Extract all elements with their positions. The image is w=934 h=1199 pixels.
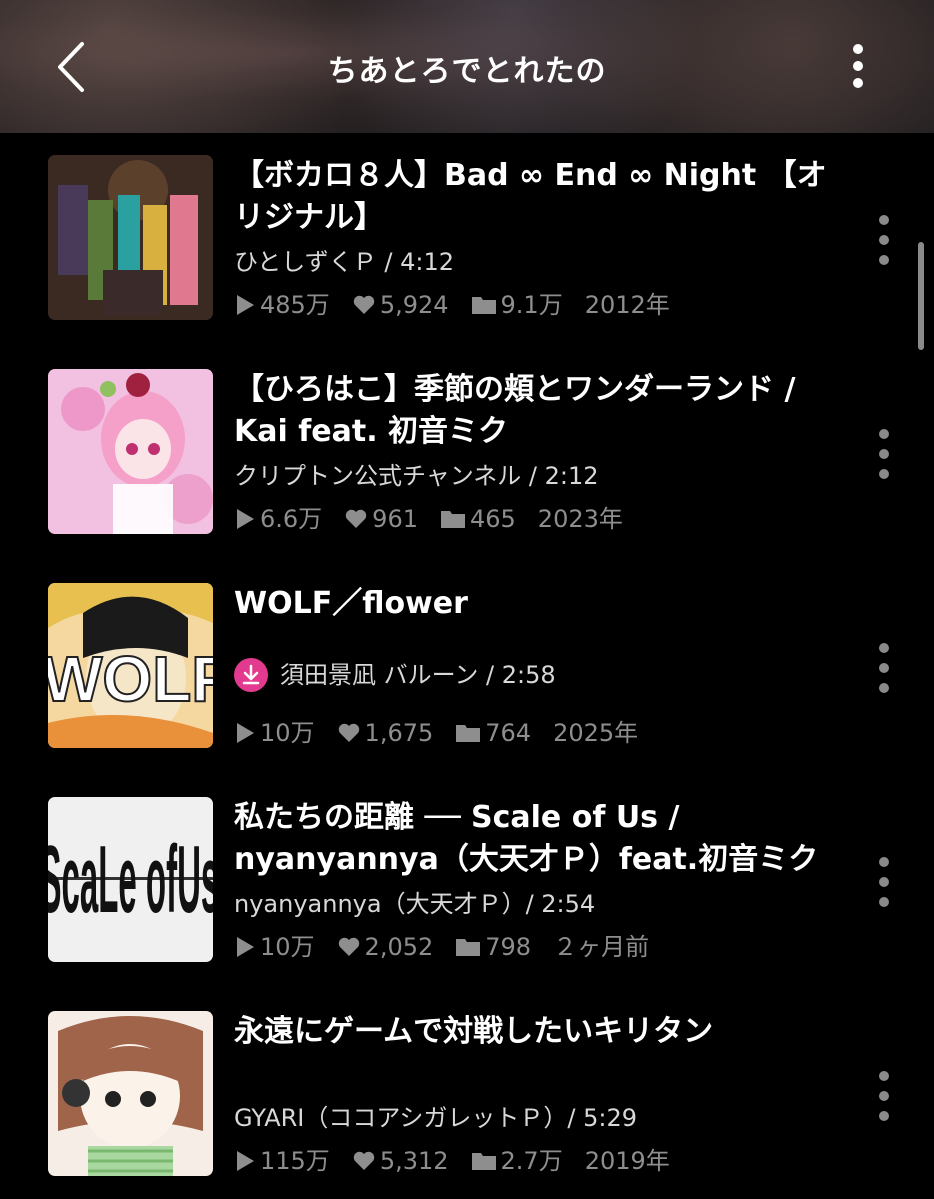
dot-icon [879,857,889,867]
dot-icon [879,255,889,265]
list-item[interactable]: 【ボカロ８人】Bad ∞ End ∞ Night 【オリジナル】 ひとしずくＰ … [0,133,934,333]
video-title: 永遠にゲームで対戦したいキリタン [234,1014,714,1049]
dot-icon [879,215,889,225]
thumb-scale-text: ScaLe ofUs [48,827,213,934]
dot-icon [879,235,889,245]
play-count: 10万 [260,933,315,961]
video-title: 【ボカロ８人】Bad ∞ End ∞ Night 【オリジナル】 [234,158,827,235]
video-artist: クリプトン公式チャンネル / 2:12 [234,462,599,490]
folder-icon [456,725,481,742]
heart-icon [345,509,367,528]
video-stats: 6.6万 961 465 2023年 [234,504,645,534]
upload-date: 2025年 [553,719,639,747]
item-more-button[interactable] [874,215,894,271]
mylist-count: 764 [485,719,532,747]
like-count: 5,924 [379,291,449,319]
heart-icon [338,723,359,742]
mylist-count: 465 [469,505,516,533]
play-count: 6.6万 [260,505,323,533]
mylist-count: 798 [485,933,532,961]
folder-icon [456,939,481,956]
item-more-button[interactable] [874,1071,894,1127]
video-stats: 10万 2,052 798 ２ヶ月前 [234,932,671,962]
play-count: 10万 [260,719,315,747]
video-title: 私たちの距離 ── Scale of Us / nyanyannya（大天才Ｐ）… [234,800,819,877]
dot-icon [879,683,889,693]
page-title: ちあとろでとれたの [327,54,607,89]
heart-icon [353,1151,375,1170]
video-title: 【ひろはこ】季節の頬とワンダーランド / Kai feat. 初音ミク [234,372,796,449]
upload-date: ２ヶ月前 [553,933,650,961]
list-item[interactable]: 【ひろはこ】季節の頬とワンダーランド / Kai feat. 初音ミク クリプト… [0,347,934,547]
play-count: 485万 [260,291,330,319]
dot-icon [879,643,889,653]
item-more-button[interactable] [874,643,894,699]
heart-icon [353,295,375,314]
play-icon [237,295,254,315]
dot-icon [853,44,863,54]
thumbnail: ScaLe ofUs [48,797,213,962]
thumb-wolf-text: WOLF [48,643,213,715]
play-count: 115万 [260,1147,330,1175]
video-stats: 10万 1,675 764 2025年 [234,718,660,748]
mylist-count: 9.1万 [500,291,563,319]
play-icon [237,509,254,529]
download-icon [234,658,268,692]
dot-icon [879,1091,889,1101]
video-stats: 485万 5,924 9.1万 2012年 [234,290,692,320]
mylist-count: 2.7万 [500,1147,563,1175]
more-options-button[interactable] [840,40,876,96]
item-more-button[interactable] [874,429,894,485]
dot-icon [879,1071,889,1081]
video-artist: nyanyannya（大天才Ｐ）/ 2:54 [234,890,596,918]
upload-date: 2012年 [584,291,670,319]
dot-icon [879,429,889,439]
dot-icon [879,663,889,673]
video-stats: 115万 5,312 2.7万 2019年 [234,1146,692,1176]
video-artist: 須田景凪 バルーン / 2:58 [280,661,556,689]
dot-icon [879,469,889,479]
dot-icon [879,897,889,907]
list-item[interactable]: 永遠にゲームで対戦したいキリタン GYARI（ココアシガレットＰ）/ 5:29 … [0,989,934,1189]
dot-icon [879,877,889,887]
play-icon [237,723,254,743]
thumbnail [48,1011,213,1176]
upload-date: 2023年 [537,505,623,533]
like-count: 961 [372,505,418,533]
like-count: 2,052 [364,933,434,961]
folder-icon [471,297,496,314]
video-title: WOLF／flower [234,586,468,621]
thumbnail [48,369,213,534]
upload-date: 2019年 [584,1147,670,1175]
video-artist: GYARI（ココアシガレットＰ）/ 5:29 [234,1104,638,1132]
dot-icon [853,61,863,71]
play-icon [237,937,254,957]
folder-icon [440,511,465,528]
list-item[interactable]: ScaLe ofUs 私たちの距離 ── Scale of Us / nyany… [0,775,934,975]
like-count: 1,675 [364,719,434,747]
thumbnail: WOLF [48,583,213,748]
folder-icon [471,1153,496,1170]
dot-icon [879,1111,889,1121]
video-artist-row: 須田景凪 バルーン / 2:58 [234,655,556,695]
heart-icon [338,937,359,956]
thumbnail [48,155,213,320]
dot-icon [879,449,889,459]
list-item[interactable]: WOLF WOLF／flower 須田景凪 バルーン / 2:58 10万 1,… [0,561,934,761]
like-count: 5,312 [379,1147,449,1175]
item-more-button[interactable] [874,857,894,913]
header-bar: ちあとろでとれたの [0,0,934,133]
dot-icon [853,78,863,88]
video-artist: ひとしずくＰ / 4:12 [234,248,455,276]
play-icon [237,1151,254,1171]
